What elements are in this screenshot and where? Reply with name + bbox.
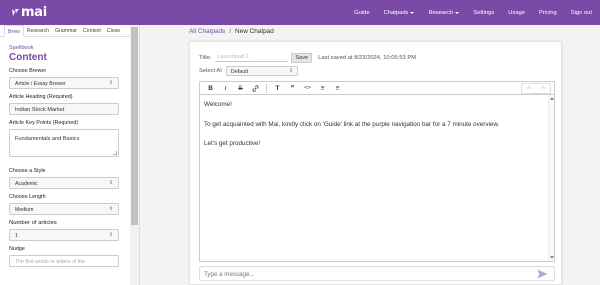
brewer-label: Choose Brewer (9, 68, 47, 74)
style-label: Choose a Style (9, 168, 46, 174)
tab-close[interactable]: Close (104, 25, 123, 36)
top-navigation-bar: mai Guide Chatpads Research Settings Usa… (0, 0, 600, 25)
breadcrumb-current: New Chatpad (235, 28, 274, 35)
title-input[interactable]: Launchpad 1 (215, 54, 289, 62)
length-value: Medium (15, 207, 34, 213)
send-icon[interactable] (537, 269, 548, 279)
nudge-label: Nudge (9, 246, 25, 252)
heading-icon[interactable]: T (270, 83, 285, 94)
nudge-input[interactable]: The first words or letters of the (9, 255, 119, 267)
chatpad-editor[interactable]: Welcome! To get acquainted with Mai, kin… (199, 94, 555, 262)
num-articles-label: Number of articles (9, 220, 57, 226)
brew-form: Spellbook Content Choose Brewer Article … (9, 38, 127, 267)
nav-guide[interactable]: Guide (354, 10, 369, 16)
main-nav: Guide Chatpads Research Settings Usage P… (340, 0, 592, 25)
select-arrows-icon: ⇕ (108, 232, 113, 238)
style-value: Academic (15, 181, 38, 187)
tab-grammar[interactable]: Grammar (52, 25, 80, 36)
heading-label: Article Heading (Required) (9, 94, 73, 100)
select-arrows-icon: ⇕ (288, 68, 293, 74)
title-row: Title: Launchpad 1 Save Last saved at 8/… (199, 53, 416, 63)
nav-research-label: Research (428, 9, 454, 16)
nav-sign-out-label: Sign out (570, 9, 592, 16)
chevron-down-icon (455, 11, 460, 14)
breadcrumb: All Chatpads / New Chatpad (189, 28, 274, 35)
bold-icon[interactable]: B (203, 83, 218, 94)
select-arrows-icon: ⇕ (108, 80, 113, 86)
nav-sign-out[interactable]: Sign out (571, 10, 592, 16)
nav-usage-label: Usage (508, 9, 525, 16)
sidebar-scrollbar[interactable] (130, 25, 139, 285)
scroll-up-icon[interactable] (550, 97, 554, 100)
tab-context[interactable]: Context (80, 25, 104, 36)
nav-chatpads[interactable]: Chatpads (384, 10, 415, 16)
scroll-down-icon[interactable] (550, 256, 554, 259)
select-arrows-icon: ⇕ (108, 180, 113, 186)
sidebar-scroll-thumb[interactable] (131, 27, 138, 225)
bullet-list-icon[interactable]: ≡ (315, 83, 330, 94)
breadcrumb-all-chatpads[interactable]: All Chatpads (189, 28, 225, 35)
ai-label: Select AI (199, 68, 222, 74)
resize-grip-icon[interactable] (113, 151, 117, 155)
sidebar-tabs: Brew Research Grammar Context Close (0, 25, 139, 37)
key-points-textarea[interactable]: Fundamentals and Basics (9, 129, 119, 157)
breadcrumb-separator: / (229, 28, 232, 35)
nav-chatpads-label: Chatpads (383, 9, 409, 16)
ai-select[interactable]: Default ⇕ (225, 66, 298, 76)
editor-line: Welcome! (204, 101, 232, 108)
editor-scrollbar[interactable] (548, 95, 554, 261)
last-saved-status: Last saved at 8/23/2024, 10:05:53 PM (318, 55, 417, 61)
chevron-down-icon (410, 11, 415, 14)
chatpad-card: Title: Launchpad 1 Save Last saved at 8/… (189, 41, 562, 285)
length-label: Choose Length (9, 194, 46, 200)
ai-row: Select AI Default ⇕ (199, 66, 298, 76)
history-controls: ↶ ↷ (521, 83, 551, 94)
section-label: Spellbook (9, 45, 34, 51)
strikethrough-icon[interactable]: S (233, 83, 248, 94)
heading-input[interactable]: Indian Stock Market (9, 103, 119, 115)
link-icon[interactable] (248, 83, 263, 94)
key-points-value: Fundamentals and Basics (15, 136, 80, 142)
nav-guide-label: Guide (354, 9, 370, 16)
select-arrows-icon: ⇕ (108, 206, 113, 212)
nav-settings-label: Settings (473, 9, 495, 16)
style-select[interactable]: Academic ⇕ (9, 177, 119, 189)
app-logo[interactable]: mai (11, 5, 47, 20)
brewer-select[interactable]: Article / Essay Brewer ⇕ (9, 77, 119, 89)
nav-pricing-label: Pricing (538, 9, 557, 16)
save-button[interactable]: Save (291, 53, 313, 63)
message-input[interactable] (204, 271, 504, 278)
italic-icon[interactable]: I (218, 83, 233, 94)
toolbar-divider (266, 83, 267, 93)
title-label: Title: (199, 55, 212, 61)
length-select[interactable]: Medium ⇕ (9, 203, 119, 215)
nav-usage[interactable]: Usage (508, 10, 525, 16)
nav-settings[interactable]: Settings (473, 10, 494, 16)
logo-mark-icon (12, 9, 19, 16)
redo-icon[interactable]: ↷ (536, 84, 550, 93)
nav-pricing[interactable]: Pricing (539, 10, 557, 16)
tab-research[interactable]: Research (24, 25, 52, 36)
quote-icon[interactable]: ❞ (285, 83, 300, 94)
brewer-value: Article / Essay Brewer (15, 81, 66, 87)
editor-line: To get acquainted with Mai, kindly click… (204, 121, 500, 128)
ai-value: Default (230, 69, 248, 75)
code-icon[interactable]: <> (300, 83, 315, 94)
editor-line: Let's get productive! (204, 140, 261, 147)
message-bar (199, 266, 555, 281)
section-title: Content (9, 52, 47, 63)
numbered-list-icon[interactable]: ≡ (330, 83, 345, 94)
undo-icon[interactable]: ↶ (522, 84, 536, 93)
num-articles-select[interactable]: 1 ⇕ (9, 229, 119, 241)
logo-text: mai (21, 5, 47, 20)
num-articles-value: 1 (15, 233, 18, 239)
editor-toolbar: B I S T ❞ <> ≡ ≡ ↶ ↷ (199, 81, 555, 94)
tab-brew[interactable]: Brew (4, 25, 24, 37)
nav-research[interactable]: Research (428, 9, 460, 16)
key-points-label: Article Key Points (Required) (9, 120, 79, 126)
spellbook-sidebar: Brew Research Grammar Context Close Spel… (0, 25, 140, 285)
